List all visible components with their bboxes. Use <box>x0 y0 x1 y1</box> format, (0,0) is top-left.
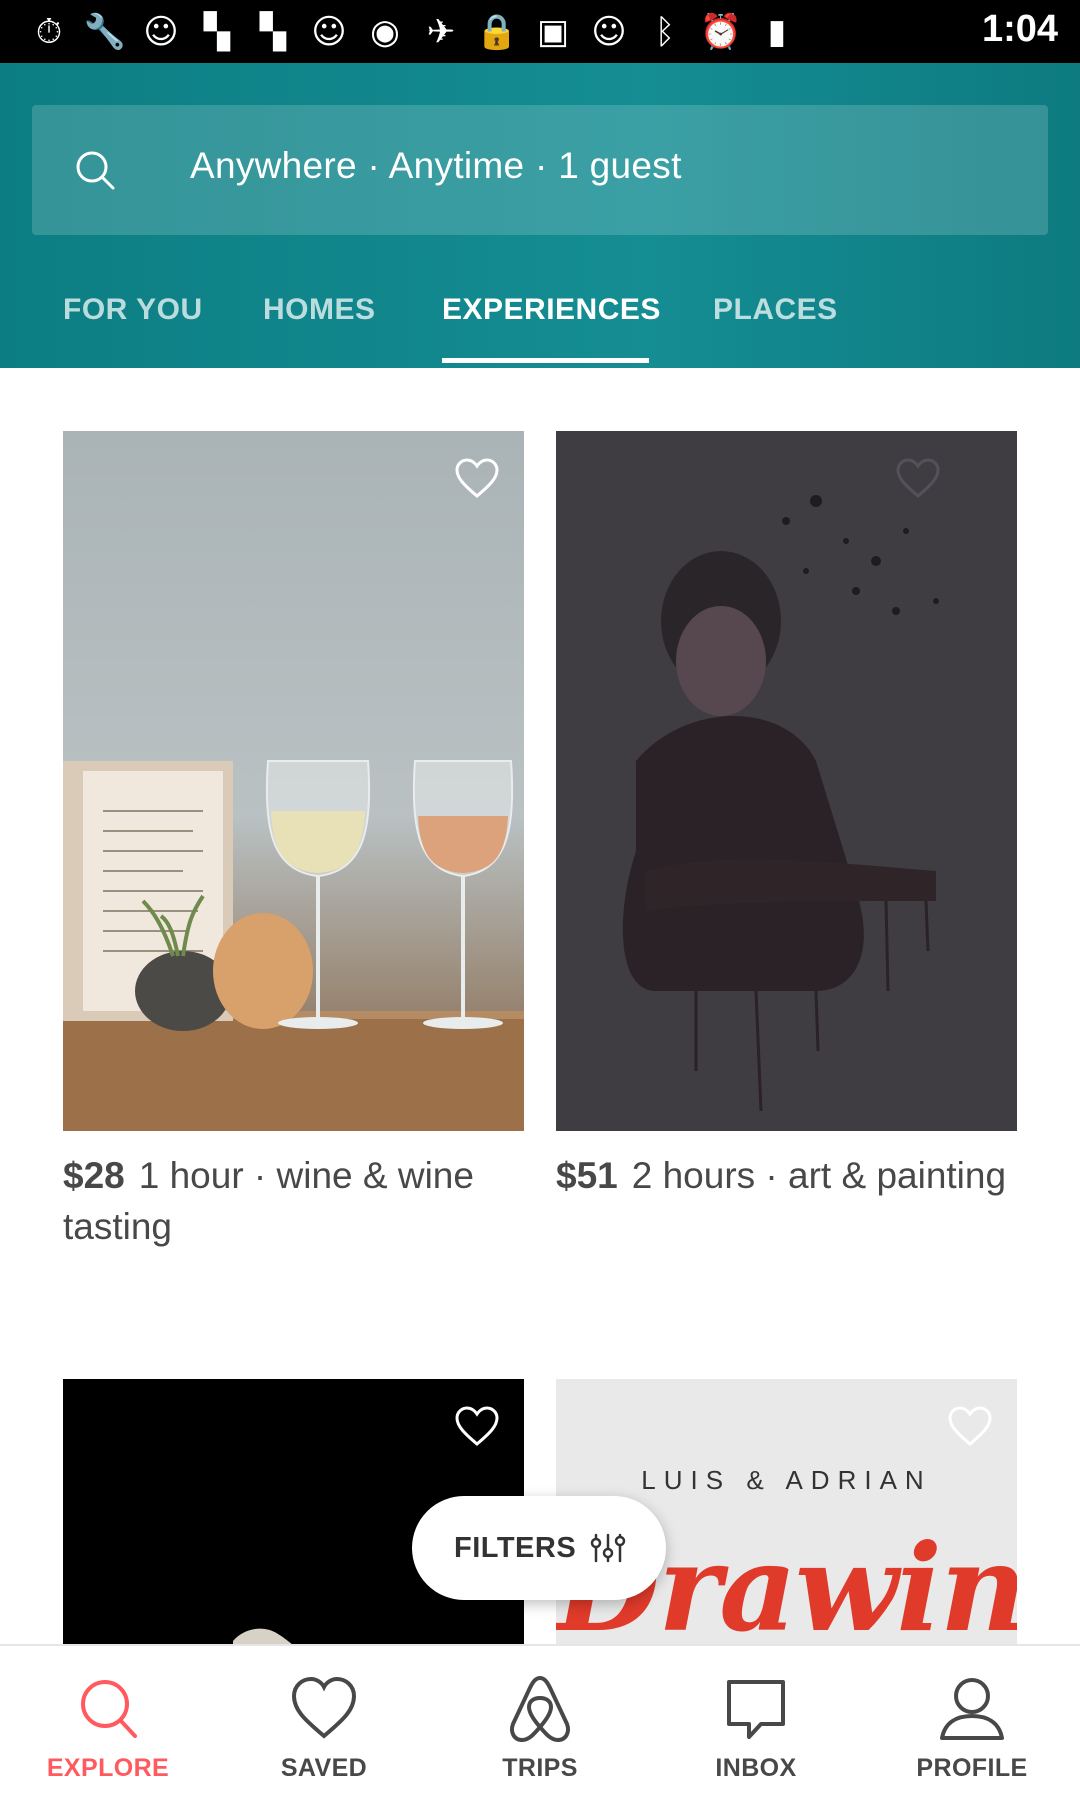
nav-saved-label: SAVED <box>280 1754 368 1782</box>
nav-profile[interactable]: PROFILE <box>864 1646 1080 1796</box>
save-heart-icon[interactable] <box>454 1405 500 1447</box>
experience-image-art[interactable] <box>556 431 1017 1131</box>
fake-gps-icon: ✈ <box>426 11 456 52</box>
experience-image-wine[interactable] <box>63 431 524 1131</box>
filters-label: FILTERS <box>454 1531 577 1564</box>
alarm-icon: ⏰ <box>699 11 743 52</box>
status-bar: ⏱ 🔧 ☺ ▚ ▚ ☺ ◉ ✈ 🔒 ▣ ☺ ᛒ ⏰ ▮ 1:04 <box>0 0 1080 63</box>
status-time: 1:04 <box>981 8 1058 50</box>
smiley-icon: ☺ <box>311 11 347 52</box>
tab-places[interactable]: PLACES <box>713 293 838 327</box>
bottom-navigation: EXPLORE SAVED TRIPS INBOX PROFILE <box>0 1644 1080 1794</box>
search-icon <box>76 151 115 190</box>
chat-bubble-icon <box>727 1680 785 1739</box>
android-icon: ▣ <box>536 11 570 52</box>
active-tab-indicator <box>442 358 649 363</box>
experience-caption-wine[interactable]: $28 1 hour · wine & wine tasting <box>63 1150 533 1252</box>
battery-charging-icon: ▮ <box>767 11 787 52</box>
smiley-icon: ☺ <box>591 11 627 52</box>
nav-trips-label: TRIPS <box>502 1754 578 1782</box>
bluetooth-icon: ᛒ <box>654 11 676 52</box>
nav-trips[interactable]: TRIPS <box>432 1646 648 1796</box>
tab-homes[interactable]: HOMES <box>263 293 376 327</box>
nav-inbox[interactable]: INBOX <box>648 1646 864 1796</box>
painted-portrait-illustration <box>622 495 939 1112</box>
nav-explore[interactable]: EXPLORE <box>0 1646 216 1796</box>
price: $51 <box>556 1155 618 1196</box>
tab-experiences[interactable]: EXPERIENCES <box>442 293 661 327</box>
nav-saved[interactable]: SAVED <box>216 1646 432 1796</box>
experience-description: 2 hours · art & painting <box>631 1155 1007 1196</box>
flipboard-icon: ▚ <box>259 11 287 52</box>
save-heart-icon[interactable] <box>895 457 941 499</box>
wine-glasses-illustration <box>63 760 524 1131</box>
filters-button[interactable]: FILTERS <box>412 1496 666 1600</box>
person-icon <box>940 1678 1004 1740</box>
nav-inbox-label: INBOX <box>715 1754 797 1782</box>
poster-artists: LUIS & ADRIAN <box>641 1465 932 1495</box>
save-heart-icon[interactable] <box>947 1405 993 1447</box>
airbnb-logo-icon <box>510 1676 570 1742</box>
lock-icon: 🔒 <box>475 11 519 52</box>
stopwatch-icon: ⏱ <box>35 11 63 52</box>
experience-caption-art[interactable]: $51 2 hours · art & painting <box>556 1150 1026 1201</box>
category-tabs: FOR YOU HOMES EXPERIENCES PLACES <box>0 273 1080 368</box>
heart-icon <box>291 1676 357 1739</box>
smiley-icon: ☺ <box>143 11 179 52</box>
app-header: Anywhere · Anytime · 1 guest FOR YOU HOM… <box>0 63 1080 368</box>
circle-icon: ◉ <box>370 11 400 52</box>
search-icon <box>81 1680 137 1738</box>
flipboard-icon: ▚ <box>203 11 231 52</box>
nav-explore-label: EXPLORE <box>46 1754 170 1782</box>
search-query: Anywhere · Anytime · 1 guest <box>190 145 682 186</box>
search-bar[interactable]: Anywhere · Anytime · 1 guest <box>32 105 1048 235</box>
price: $28 <box>63 1155 125 1196</box>
nav-profile-label: PROFILE <box>916 1754 1028 1782</box>
wrench-icon: 🔧 <box>83 11 127 52</box>
sliders-icon <box>590 1533 626 1563</box>
tab-for-you[interactable]: FOR YOU <box>63 293 203 327</box>
save-heart-icon[interactable] <box>454 457 500 499</box>
